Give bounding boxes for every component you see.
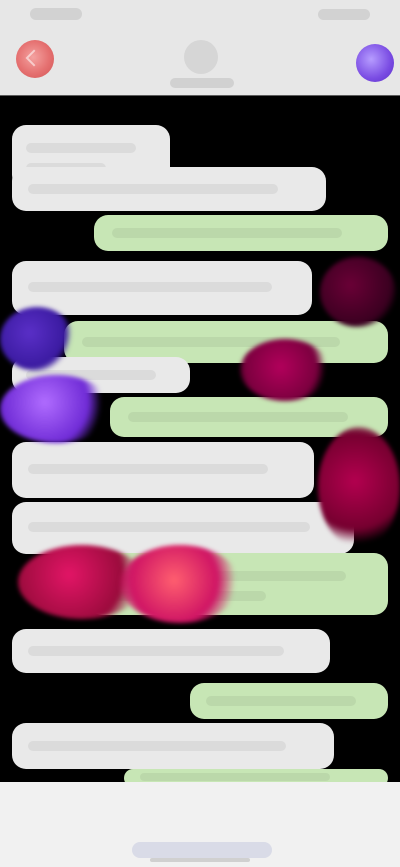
message-list bbox=[0, 97, 400, 787]
message-bubble-incoming[interactable] bbox=[12, 261, 312, 315]
message-bubble-incoming[interactable] bbox=[12, 442, 314, 498]
media-blob bbox=[120, 545, 240, 623]
call-button[interactable] bbox=[356, 44, 394, 82]
contact-avatar[interactable] bbox=[184, 40, 218, 74]
status-time bbox=[30, 8, 82, 20]
message-bubble-outgoing[interactable] bbox=[190, 683, 388, 719]
media-blob bbox=[320, 257, 396, 327]
message-bubble-incoming[interactable] bbox=[12, 167, 326, 211]
media-blob bbox=[0, 307, 74, 371]
message-input[interactable] bbox=[132, 842, 272, 858]
contact-name[interactable] bbox=[170, 78, 234, 88]
message-bubble-incoming[interactable] bbox=[12, 723, 334, 769]
message-bubble-incoming[interactable] bbox=[12, 629, 330, 673]
home-indicator bbox=[150, 858, 250, 862]
media-blob bbox=[240, 339, 330, 401]
media-blob bbox=[318, 427, 400, 547]
message-bubble-outgoing[interactable] bbox=[94, 215, 388, 251]
chevron-left-icon bbox=[25, 49, 43, 67]
status-icons bbox=[318, 9, 370, 20]
media-blob bbox=[0, 375, 112, 443]
back-button[interactable] bbox=[16, 40, 54, 78]
